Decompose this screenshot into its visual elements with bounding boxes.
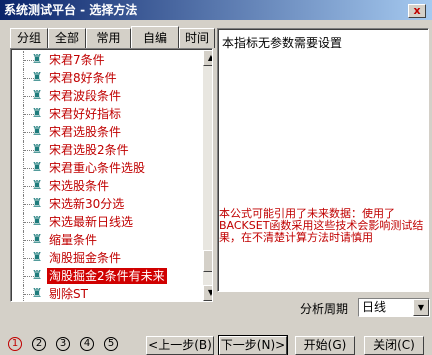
list-item-label: 缩量条件 bbox=[49, 233, 98, 247]
description-panel: 本指标无参数需要设置 bbox=[217, 28, 429, 292]
binoculars-icon: ♜ bbox=[31, 70, 43, 84]
binoculars-icon: ♜ bbox=[31, 286, 43, 300]
title-bar: 系统测试平台 - 选择方法 x bbox=[0, 0, 432, 20]
list-item-label: 宋君好好指标 bbox=[49, 107, 122, 121]
binoculars-icon: ♜ bbox=[31, 232, 43, 246]
step-1: 1 bbox=[8, 337, 22, 351]
list-item-label: 宋选最新日线选 bbox=[49, 215, 134, 229]
binoculars-icon: ♜ bbox=[31, 142, 43, 156]
list-item-label: 宋君选股2条件 bbox=[49, 143, 129, 157]
list-item[interactable]: ♜ 宋选新30分选 bbox=[11, 195, 196, 213]
close-button[interactable]: 关闭(C) bbox=[364, 336, 424, 355]
step-4: 4 bbox=[80, 337, 94, 351]
binoculars-icon: ♜ bbox=[31, 88, 43, 102]
binoculars-icon: ♜ bbox=[31, 250, 43, 264]
step-2: 2 bbox=[32, 337, 46, 351]
list-item[interactable]: ♜ 宋君重心条件选股 bbox=[11, 159, 196, 177]
step-3: 3 bbox=[56, 337, 70, 351]
list-item-label: 淘股掘金2条件有未来 bbox=[47, 268, 167, 284]
list-item[interactable]: ♜ 宋君好好指标 bbox=[11, 105, 196, 123]
list-item[interactable]: ♜ 宋选股条件 bbox=[11, 177, 196, 195]
binoculars-icon: ♜ bbox=[31, 124, 43, 138]
list-item[interactable]: ♜ 宋君选股条件 bbox=[11, 123, 196, 141]
list-item-label: 淘股掘金条件 bbox=[49, 251, 122, 265]
start-button[interactable]: 开始(G) bbox=[295, 336, 355, 355]
binoculars-icon: ♜ bbox=[31, 52, 43, 66]
binoculars-icon: ♜ bbox=[31, 196, 43, 210]
next-step-button[interactable]: 下一步(N)> bbox=[219, 336, 287, 355]
tab-common[interactable]: 常用 bbox=[86, 28, 131, 48]
analysis-period-label: 分析周期 bbox=[300, 302, 349, 316]
list-item-label: 宋君8好条件 bbox=[49, 71, 117, 85]
future-data-warning: 本公式可能引用了未来数据：使用了BACKSET函数采用这些技术会影响测试结果，在… bbox=[219, 207, 424, 244]
period-value: 日线 bbox=[362, 300, 387, 314]
close-window-button[interactable]: x bbox=[408, 4, 426, 18]
scroll-up-arrow-icon[interactable]: ▲ bbox=[203, 50, 212, 66]
list-item-label: 宋君波段条件 bbox=[49, 89, 122, 103]
list-scrollbar[interactable]: ▲ ▼ bbox=[203, 50, 212, 301]
prev-step-button[interactable]: <上一步(B) bbox=[146, 336, 214, 355]
analysis-period-select[interactable]: 日线 ▼ bbox=[358, 298, 430, 317]
list-item[interactable]: ♜ 缩量条件 bbox=[11, 231, 196, 249]
chevron-down-icon[interactable]: ▼ bbox=[413, 299, 429, 316]
binoculars-icon: ♜ bbox=[31, 106, 43, 120]
window-title: 系统测试平台 - 选择方法 bbox=[4, 3, 138, 17]
list-item-label: 剔除ST bbox=[49, 287, 88, 301]
parameter-info: 本指标无参数需要设置 bbox=[222, 36, 343, 50]
binoculars-icon: ♜ bbox=[31, 178, 43, 192]
list-item[interactable]: ♜ 宋选最新日线选 bbox=[11, 213, 196, 231]
list-item-label: 宋君7条件 bbox=[49, 53, 105, 67]
tab-custom[interactable]: 自编 bbox=[131, 26, 179, 48]
list-item[interactable]: ♜ 剔除ST bbox=[11, 285, 196, 301]
list-item[interactable]: ♜ 宋君7条件 bbox=[11, 51, 196, 69]
scroll-down-arrow-icon[interactable]: ▼ bbox=[203, 285, 212, 301]
list-item[interactable]: ♜ 宋君选股2条件 bbox=[11, 141, 196, 159]
list-item[interactable]: ♜ 宋君8好条件 bbox=[11, 69, 196, 87]
binoculars-icon: ♜ bbox=[31, 214, 43, 228]
tab-group[interactable]: 分组 bbox=[10, 28, 48, 48]
list-item-label: 宋选新30分选 bbox=[49, 197, 125, 211]
tab-all[interactable]: 全部 bbox=[48, 28, 86, 48]
list-item-label: 宋选股条件 bbox=[49, 179, 110, 193]
list-item-selected[interactable]: ♜ 淘股掘金2条件有未来 bbox=[11, 267, 196, 285]
binoculars-icon: ♜ bbox=[31, 268, 43, 282]
formula-list[interactable]: ♜ 宋君7条件 ♜ 宋君8好条件 ♜ 宋君波段条件 ♜ 宋君好好指标 ♜ 宋君选股条件 ♜… bbox=[10, 48, 213, 302]
list-item[interactable]: ♜ 宋君波段条件 bbox=[11, 87, 196, 105]
step-5: 5 bbox=[104, 337, 118, 351]
list-item-label: 宋君重心条件选股 bbox=[49, 161, 146, 175]
tab-time[interactable]: 时间 bbox=[179, 28, 215, 48]
list-item-label: 宋君选股条件 bbox=[49, 125, 122, 139]
scroll-thumb[interactable] bbox=[203, 250, 212, 272]
list-item[interactable]: ♜ 淘股掘金条件 bbox=[11, 249, 196, 267]
binoculars-icon: ♜ bbox=[31, 160, 43, 174]
